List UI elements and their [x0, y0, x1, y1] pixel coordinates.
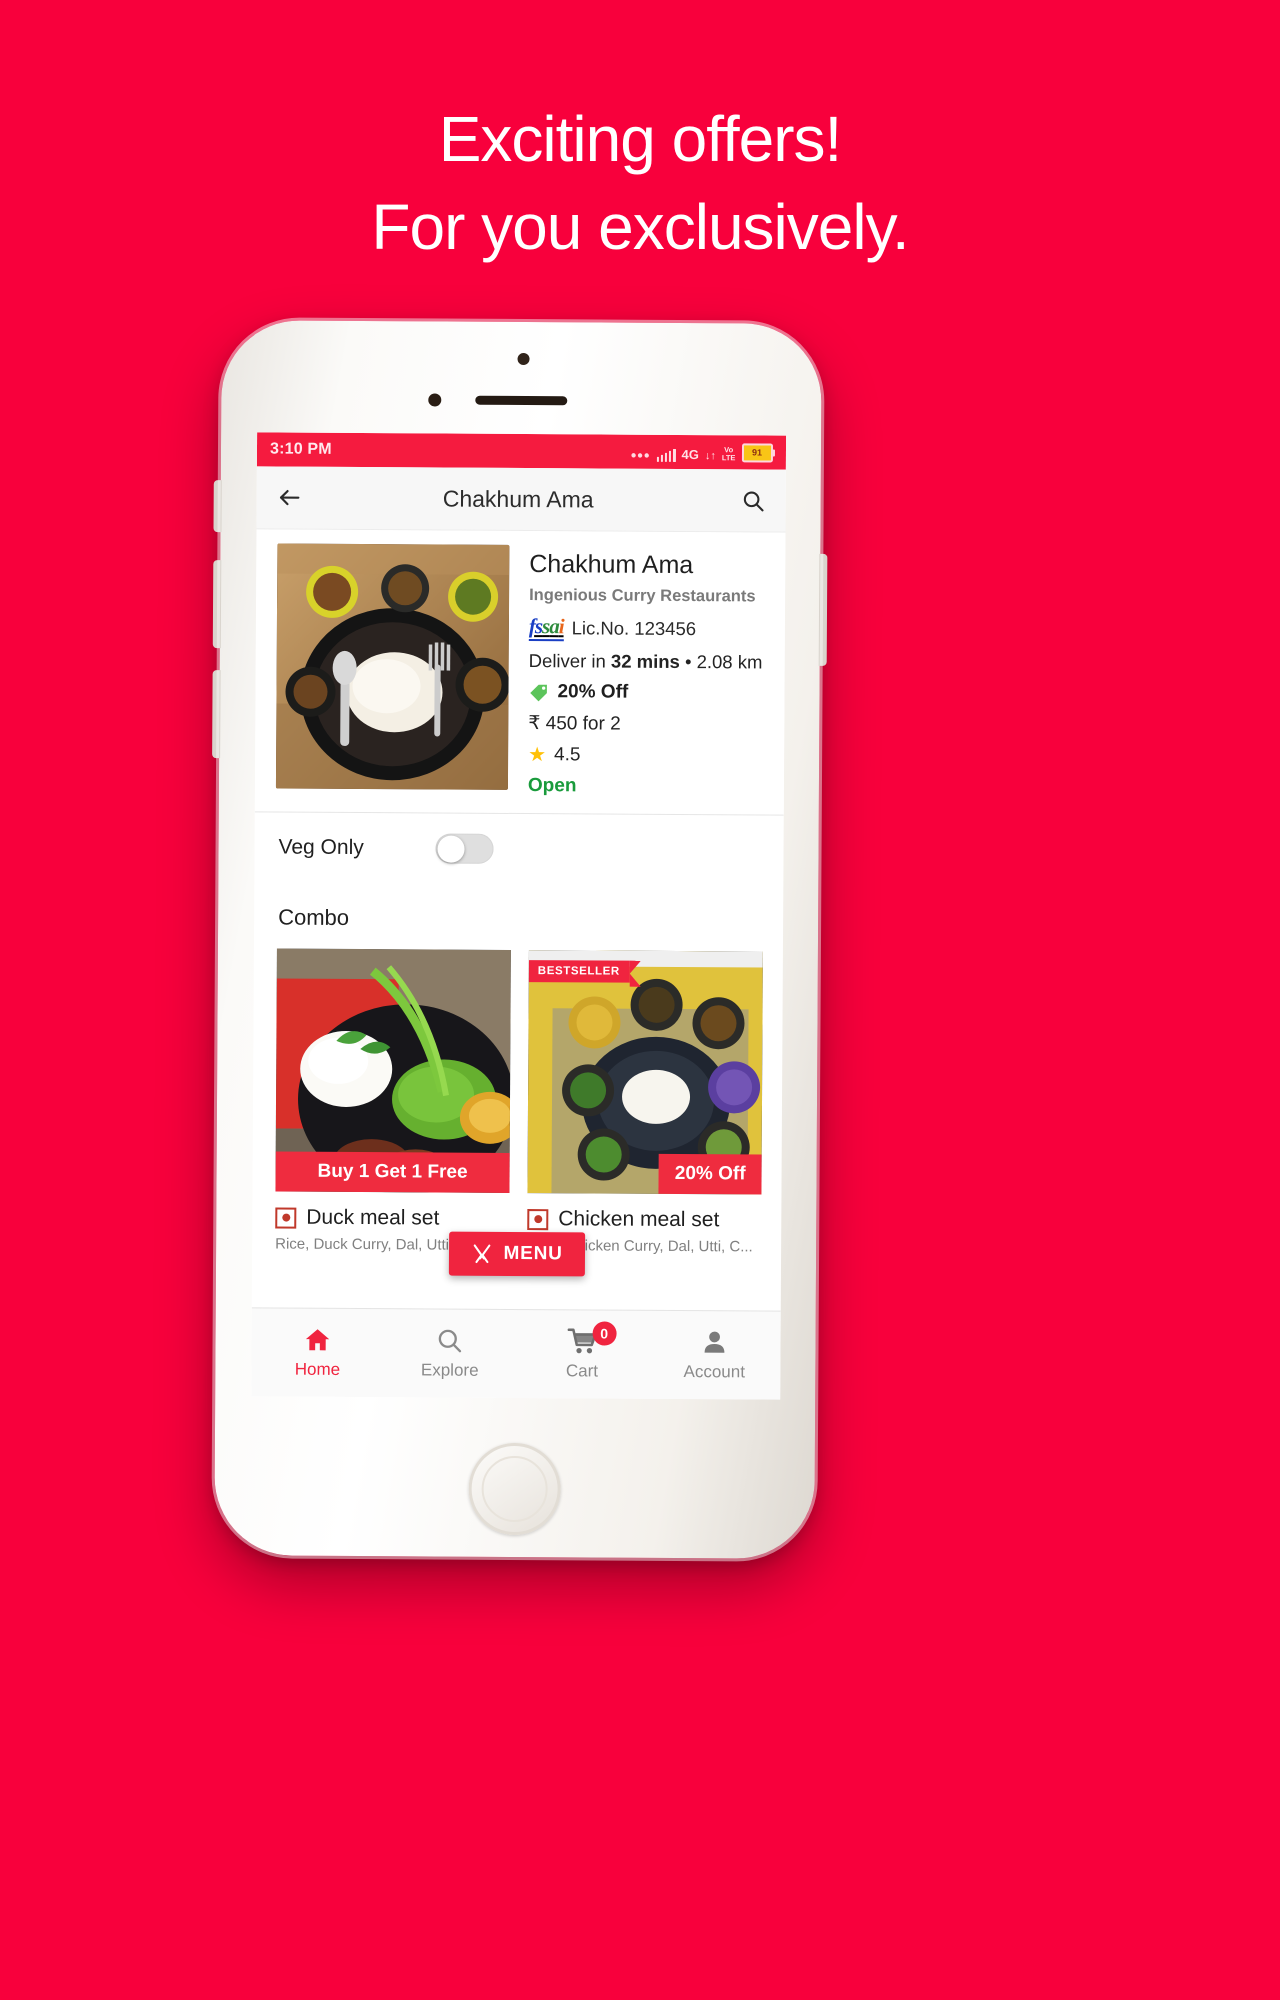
- combo-item-name-row: Duck meal set: [275, 1206, 509, 1231]
- nav-item-explore[interactable]: Explore: [384, 1326, 517, 1381]
- combo-card-list: Buy 1 Get 1 Free Duck meal set Rice, Duc…: [252, 931, 783, 1256]
- cart-badge: 0: [592, 1321, 617, 1346]
- battery-icon: 91: [741, 442, 776, 463]
- offer-text: 20% Off: [557, 681, 629, 703]
- data-arrows-icon: ↓↑: [704, 449, 716, 462]
- bottom-navigation: Home Explore 0 Cart Account: [251, 1307, 781, 1400]
- duck-meal-photo: Buy 1 Get 1 Free: [275, 948, 511, 1194]
- home-icon: [306, 1329, 330, 1351]
- menu-button-label: MENU: [503, 1242, 563, 1265]
- search-icon[interactable]: [738, 485, 768, 515]
- volte-icon: Vo LTE: [721, 445, 736, 462]
- status-bar: 3:10 PM ••• 4G ↓↑ Vo LTE 91: [256, 432, 787, 470]
- nav-label-explore: Explore: [420, 1360, 479, 1380]
- nav-label-account: Account: [683, 1362, 746, 1382]
- account-icon: [704, 1331, 725, 1353]
- nav-label-home: Home: [294, 1359, 341, 1379]
- delivery-info: Deliver in 32 mins • 2.08 km: [529, 650, 763, 673]
- chicken-meal-photo: BESTSELLER 20% Off: [527, 950, 763, 1195]
- combo-heading: Combo: [278, 904, 350, 931]
- veg-only-toggle[interactable]: [435, 833, 494, 865]
- price-for-two: ₹ 450 for 2: [528, 713, 621, 735]
- fssai-logo: fssai: [528, 614, 564, 642]
- network-type-label: 4G: [681, 446, 699, 462]
- delivery-distance: • 2.08 km: [679, 651, 763, 673]
- restaurant-subtitle: Ingenious Curry Restaurants: [529, 586, 756, 606]
- more-dots-icon: •••: [630, 447, 651, 465]
- bestseller-ribbon: BESTSELLER: [528, 960, 630, 983]
- restaurant-name: Chakhum Ama: [529, 550, 694, 580]
- license-row: fssai Lic.No. 123456: [528, 614, 763, 642]
- combo-item-title: Chicken meal set: [558, 1207, 720, 1232]
- rating-value: 4.5: [554, 744, 581, 766]
- proximity-sensor: [517, 352, 530, 366]
- veg-only-label: Veg Only: [278, 835, 364, 860]
- nav-label-cart: Cart: [565, 1361, 599, 1381]
- nav-item-account[interactable]: Account: [648, 1328, 781, 1383]
- phone-mockup: 3:10 PM ••• 4G ↓↑ Vo LTE 91 Chakhum Ama …: [212, 320, 828, 1559]
- app-bar: Chakhum Ama: [256, 466, 786, 533]
- battery-level: 91: [751, 447, 763, 458]
- license-number: Lic.No. 123456: [571, 617, 697, 639]
- rating-row: ★ 4.5: [528, 744, 762, 767]
- delivery-time: 32 mins: [610, 650, 680, 673]
- promo-line-1: Exciting offers!: [438, 103, 843, 175]
- front-camera: [428, 393, 442, 407]
- earpiece-speaker: [475, 395, 568, 406]
- combo-badge: 20% Off: [658, 1154, 762, 1195]
- star-icon: ★: [528, 744, 547, 767]
- offer-row: 20% Off: [528, 681, 762, 704]
- delivery-prefix: Deliver in: [528, 650, 612, 672]
- phone-button-power: [818, 553, 828, 666]
- promo-line-2: For you exclusively.: [371, 191, 909, 264]
- phone-button-mute: [213, 480, 222, 533]
- home-button[interactable]: [468, 1442, 561, 1536]
- restaurant-photo: [275, 543, 510, 790]
- combo-card-chicken[interactable]: BESTSELLER 20% Off Chicken meal set Rice…: [527, 950, 763, 1256]
- signal-bars-icon: [656, 447, 676, 462]
- veg-only-row: Veg Only: [254, 813, 783, 872]
- promo-headline: Exciting offers! For you exclusively.: [0, 95, 1280, 272]
- status-time: 3:10 PM: [269, 440, 332, 458]
- combo-item-title: Duck meal set: [306, 1205, 440, 1230]
- combo-badge: Buy 1 Get 1 Free: [275, 1151, 510, 1194]
- open-status: Open: [527, 775, 577, 797]
- combo-item-name-row: Chicken meal set: [527, 1207, 761, 1232]
- restaurant-card[interactable]: Chakhum Ama Ingenious Curry Restaurants …: [254, 529, 786, 816]
- phone-button-volume-dn: [212, 670, 221, 759]
- menu-button[interactable]: MENU: [448, 1231, 585, 1277]
- nav-item-home[interactable]: Home: [251, 1325, 384, 1380]
- phone-screen: 3:10 PM ••• 4G ↓↑ Vo LTE 91 Chakhum Ama …: [251, 432, 787, 1400]
- non-veg-indicator: [527, 1208, 549, 1230]
- nav-item-cart[interactable]: 0 Cart: [516, 1321, 649, 1382]
- price-tag-icon: [530, 684, 547, 702]
- page-title: Chakhum Ama: [442, 485, 594, 512]
- combo-card-duck[interactable]: Buy 1 Get 1 Free Duck meal set Rice, Duc…: [275, 948, 511, 1254]
- cutlery-icon: [473, 1244, 490, 1264]
- phone-button-volume-up: [212, 560, 222, 649]
- search-icon: [439, 1329, 462, 1353]
- non-veg-indicator: [275, 1207, 297, 1229]
